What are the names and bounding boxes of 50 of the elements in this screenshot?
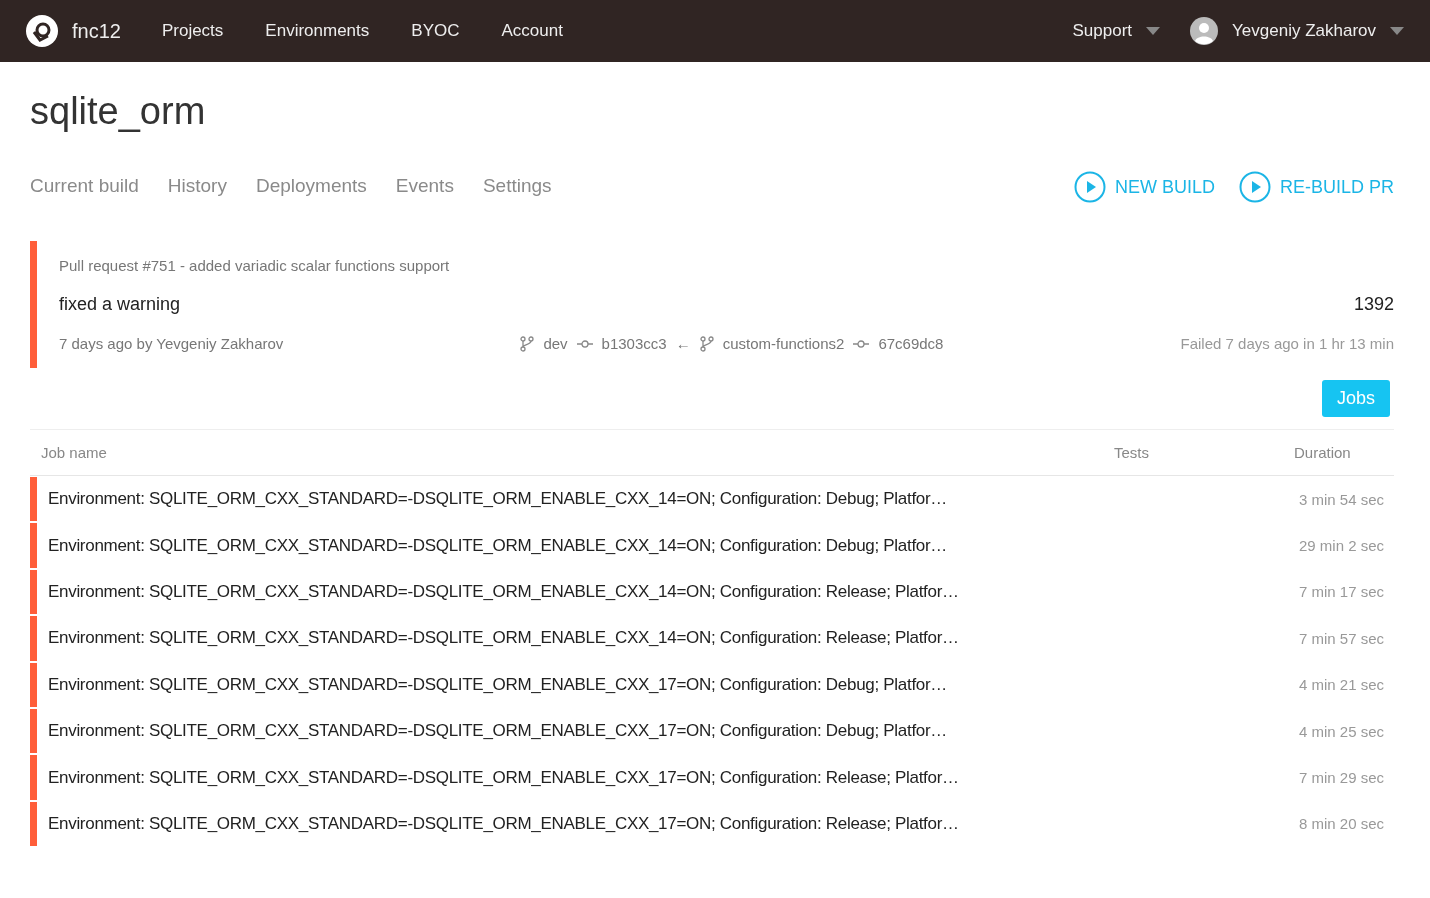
job-duration: 3 min 54 sec <box>1297 490 1385 508</box>
job-name[interactable]: Environment: SQLITE_ORM_CXX_STANDARD=-DSQLITE_ORM_ENABLE_CXX_17=ON; Configuration: Debug; Platfor… <box>37 721 1294 742</box>
job-name[interactable]: Environment: SQLITE_ORM_CXX_STANDARD=-DSQLITE_ORM_ENABLE_CXX_17=ON; Configuration: Release; Platfor… <box>37 767 1294 788</box>
column-header: Duration <box>1294 444 1352 461</box>
project-title: sqlite_orm <box>30 90 207 133</box>
job-name[interactable]: Environment: SQLITE_ORM_CXX_STANDARD=-DSQLITE_ORM_ENABLE_CXX_14=ON; Configuration: Release; Platfor… <box>37 628 1294 649</box>
caret-icon <box>1390 27 1404 35</box>
commit-hash[interactable]: b1303cc3 <box>601 335 667 352</box>
nav-link[interactable]: BYOC <box>411 21 460 41</box>
commit-icon <box>853 338 870 349</box>
tab[interactable]: Deployments <box>255 175 367 199</box>
nav-link[interactable]: Projects <box>161 21 224 41</box>
column-header: Tests <box>1114 444 1150 461</box>
brand-name[interactable]: fnc12 <box>72 19 121 43</box>
build-result: Failed 7 days ago in 1 hr 13 min <box>1180 335 1394 352</box>
tab[interactable]: History <box>167 175 227 199</box>
support-menu[interactable]: Support <box>1072 21 1161 41</box>
branch-icon <box>520 335 535 352</box>
caret-icon <box>1146 27 1161 35</box>
job-duration: 4 min 21 sec <box>1297 676 1385 694</box>
job-duration: 7 min 57 sec <box>1297 629 1385 647</box>
pull-request-title[interactable]: Pull request #751 - added variadic scalar functions support <box>59 257 1394 274</box>
job-name[interactable]: Environment: SQLITE_ORM_CXX_STANDARD=-DSQLITE_ORM_ENABLE_CXX_17=ON; Configuration: Release; Platfor… <box>37 813 1294 834</box>
job-duration: 4 min 25 sec <box>1297 722 1385 740</box>
play-icon <box>1238 171 1271 203</box>
commit-message: fixed a warning <box>59 294 181 315</box>
column-header: Job name <box>40 444 108 461</box>
job-name[interactable]: Environment: SQLITE_ORM_CXX_STANDARD=-DSQLITE_ORM_ENABLE_CXX_17=ON; Configuration: Debug; Platfor… <box>37 674 1294 695</box>
nav-link[interactable]: Account <box>501 21 563 41</box>
job-name[interactable]: Environment: SQLITE_ORM_CXX_STANDARD=-DSQLITE_ORM_ENABLE_CXX_14=ON; Configuration: Debug; Platfor… <box>37 535 1294 556</box>
user-menu[interactable]: Yevgeniy Zakharov <box>1190 17 1404 45</box>
commit-hash[interactable]: 67c69dc8 <box>878 335 944 352</box>
tab[interactable]: Current build <box>30 175 139 199</box>
job-duration: 8 min 20 sec <box>1297 815 1385 833</box>
commit-icon <box>576 338 593 349</box>
job-duration: 7 min 29 sec <box>1297 769 1385 787</box>
author-line: 7 days ago by Yevgeniy Zakharov <box>59 335 284 352</box>
play-icon <box>1073 171 1106 203</box>
avatar-icon <box>1190 17 1219 45</box>
branch-name[interactable]: custom-functions2 <box>722 335 845 352</box>
arrow-glyph: ← <box>675 335 691 352</box>
branch-icon <box>699 335 714 352</box>
job-name[interactable]: Environment: SQLITE_ORM_CXX_STANDARD=-DSQLITE_ORM_ENABLE_CXX_14=ON; Configuration: Release; Platfor… <box>37 581 1294 602</box>
job-name[interactable]: Environment: SQLITE_ORM_CXX_STANDARD=-DSQLITE_ORM_ENABLE_CXX_14=ON; Configuration: Debug; Platfor… <box>37 489 1294 510</box>
job-duration: 29 min 2 sec <box>1297 537 1385 555</box>
job-duration: 7 min 17 sec <box>1297 583 1385 601</box>
branch-name[interactable]: dev <box>543 335 568 352</box>
logo-icon[interactable] <box>26 15 58 47</box>
nav-link[interactable]: Environments <box>265 21 370 41</box>
build-number: 1392 <box>1353 294 1394 315</box>
